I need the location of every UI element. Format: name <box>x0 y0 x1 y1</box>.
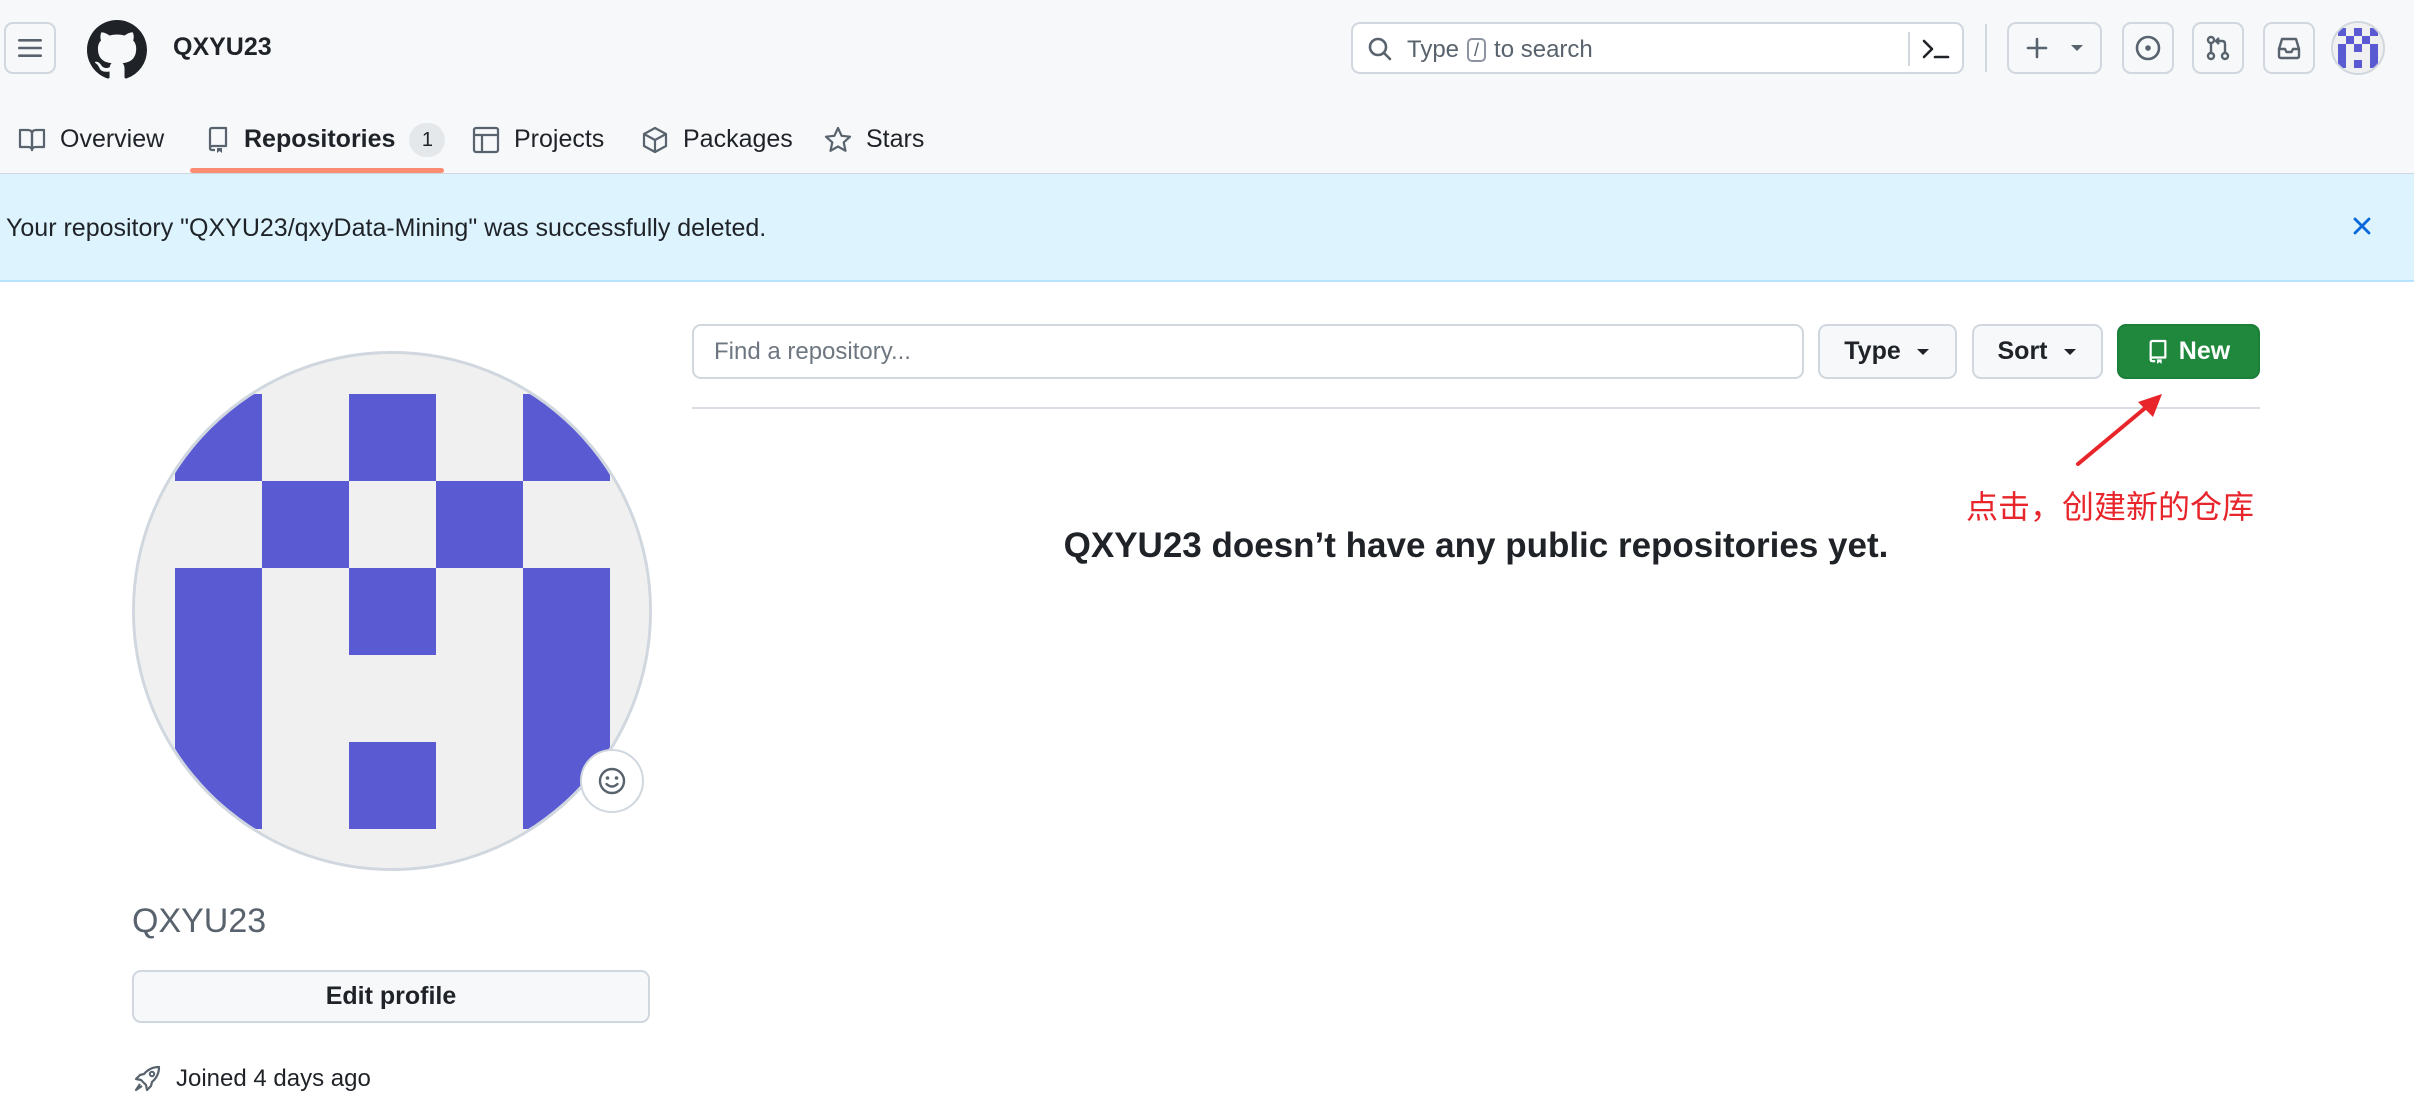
flash-message: Your repository "QXYU23/qxyData-Mining" … <box>6 214 767 242</box>
tab-packages-label: Packages <box>683 125 793 153</box>
tab-overview-label: Overview <box>60 125 165 153</box>
tab-projects-label: Projects <box>514 125 605 153</box>
search-label-suffix: to search <box>1494 36 1593 63</box>
tab-repositories-label: Repositories <box>244 125 396 153</box>
tab-overview[interactable]: Overview <box>18 108 164 171</box>
type-filter-label: Type <box>1844 337 1901 365</box>
search-divider <box>1908 32 1910 66</box>
repo-icon <box>208 126 228 153</box>
search-label-prefix: Type <box>1407 36 1460 63</box>
hamburger-icon <box>18 39 42 57</box>
owner-link[interactable]: QXYU23 <box>173 33 272 62</box>
joined-text: Joined 4 days ago <box>176 1065 371 1092</box>
tab-stars-label: Stars <box>866 125 925 153</box>
tab-stars[interactable]: Stars <box>824 108 924 171</box>
edit-profile-button[interactable]: Edit profile <box>132 970 650 1023</box>
inbox-button[interactable] <box>2263 22 2315 74</box>
new-repository-label: New <box>2178 337 2231 365</box>
issue-opened-icon <box>2135 35 2161 61</box>
search-box[interactable]: Type / to search <box>1351 22 1964 74</box>
joined-info: Joined 4 days ago <box>132 1064 371 1094</box>
type-filter-button[interactable]: Type <box>1818 324 1957 379</box>
command-palette-icon[interactable] <box>1921 36 1951 62</box>
profile-username: QXYU23 <box>132 902 267 940</box>
user-avatar-button[interactable] <box>2331 21 2385 75</box>
package-icon <box>642 126 668 153</box>
caret-down-icon <box>2070 45 2083 51</box>
caret-down-icon <box>2063 348 2076 355</box>
header-separator <box>1985 24 1987 72</box>
close-icon <box>2353 217 2371 235</box>
tab-projects[interactable]: Projects <box>472 108 604 171</box>
tab-packages[interactable]: Packages <box>641 108 793 171</box>
sort-label: Sort <box>1997 337 2048 365</box>
identicon-avatar-small <box>2333 23 2383 73</box>
annotation-text: 点击，创建新的仓库 <box>1966 488 2255 526</box>
empty-repositories-message: QXYU23 doesn’t have any public repositor… <box>1063 526 1889 565</box>
github-logo-icon[interactable] <box>87 20 147 80</box>
plus-icon <box>2026 37 2047 59</box>
search-shortcut-key: / <box>1467 38 1487 62</box>
sort-button[interactable]: Sort <box>1972 324 2103 379</box>
repo-list-divider <box>692 407 2260 409</box>
smiley-icon <box>598 767 626 795</box>
menu-button[interactable] <box>4 22 56 74</box>
search-placeholder: Type / to search <box>1407 36 1593 64</box>
create-new-button[interactable] <box>2007 22 2102 74</box>
star-icon <box>824 126 852 152</box>
set-status-button[interactable] <box>580 749 644 813</box>
git-pull-request-icon <box>2206 35 2230 61</box>
repositories-count-badge: 1 <box>409 122 446 157</box>
profile-avatar[interactable] <box>132 351 652 871</box>
global-header: QXYU23 Type / to search Overview Reposit… <box>0 0 2414 175</box>
find-repository-input[interactable] <box>692 324 1804 379</box>
identicon-avatar-large <box>135 354 649 868</box>
active-tab-indicator <box>190 168 444 173</box>
caret-down-icon <box>1916 348 1929 355</box>
search-icon <box>1367 36 1393 62</box>
flash-banner: Your repository "QXYU23/qxyData-Mining" … <box>0 174 2414 282</box>
flash-close-button[interactable] <box>2348 212 2376 240</box>
new-repository-button[interactable]: New <box>2117 324 2260 379</box>
annotation-arrow <box>2060 390 2170 470</box>
inbox-icon <box>2277 37 2301 60</box>
book-icon <box>18 128 46 151</box>
pull-requests-button[interactable] <box>2192 22 2244 74</box>
issues-button[interactable] <box>2122 22 2174 74</box>
table-icon <box>472 126 500 153</box>
repo-icon <box>2149 339 2167 364</box>
rocket-icon <box>134 1065 161 1092</box>
tab-repositories[interactable]: Repositories 1 <box>206 108 446 171</box>
